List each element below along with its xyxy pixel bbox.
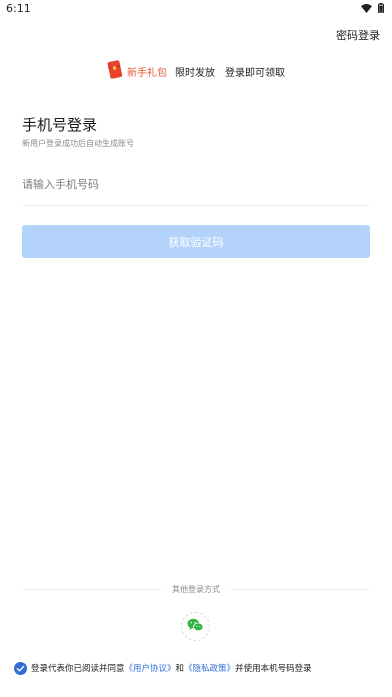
agreement-prefix: 登录代表你已阅读并同意 — [31, 664, 125, 674]
wifi-icon — [361, 3, 372, 13]
phone-field — [22, 164, 370, 206]
divider-line-right — [230, 588, 370, 590]
status-time: 6:11 — [6, 2, 31, 15]
privacy-policy-link[interactable]: 《隐私政策》 — [184, 662, 235, 674]
status-icons — [361, 3, 384, 13]
other-login-divider: 其他登录方式 — [22, 583, 370, 595]
get-code-button[interactable]: 获取验证码 — [22, 225, 370, 258]
agreement-row: 登录代表你已阅读并同意 《用户协议》 和 《隐私政策》 并使用本机号码登录 — [14, 660, 312, 676]
agreement-and: 和 — [175, 664, 185, 674]
password-login-link[interactable]: 密码登录 — [336, 27, 380, 43]
wechat-login-button[interactable] — [181, 612, 210, 641]
red-envelope-icon — [107, 60, 123, 83]
user-agreement-link[interactable]: 《用户协议》 — [125, 662, 176, 674]
login-page: 6:11 密码登录 新手礼包 限时发放 登录即可领取 手机号登录 新用户登录成功… — [0, 0, 392, 697]
battery-icon — [378, 3, 384, 13]
promo-gift-label: 新手礼包 — [127, 68, 167, 79]
agreement-suffix: 并使用本机号码登录 — [235, 664, 312, 674]
wechat-icon — [187, 617, 204, 636]
page-title: 手机号登录 — [22, 116, 98, 134]
page-subtitle: 新用户登录成功后自动生成账号 — [22, 139, 134, 148]
status-bar: 6:11 — [0, 0, 392, 20]
promo-text-2: 登录即可领取 — [225, 68, 285, 79]
promo-text: 限时发放 — [175, 68, 215, 79]
phone-input[interactable] — [22, 164, 370, 205]
checkbox-checked-icon[interactable] — [14, 661, 27, 675]
promo-banner[interactable]: 新手礼包 限时发放 登录即可领取 — [0, 60, 392, 83]
other-login-label: 其他登录方式 — [172, 584, 220, 594]
divider-line-left — [22, 588, 162, 590]
